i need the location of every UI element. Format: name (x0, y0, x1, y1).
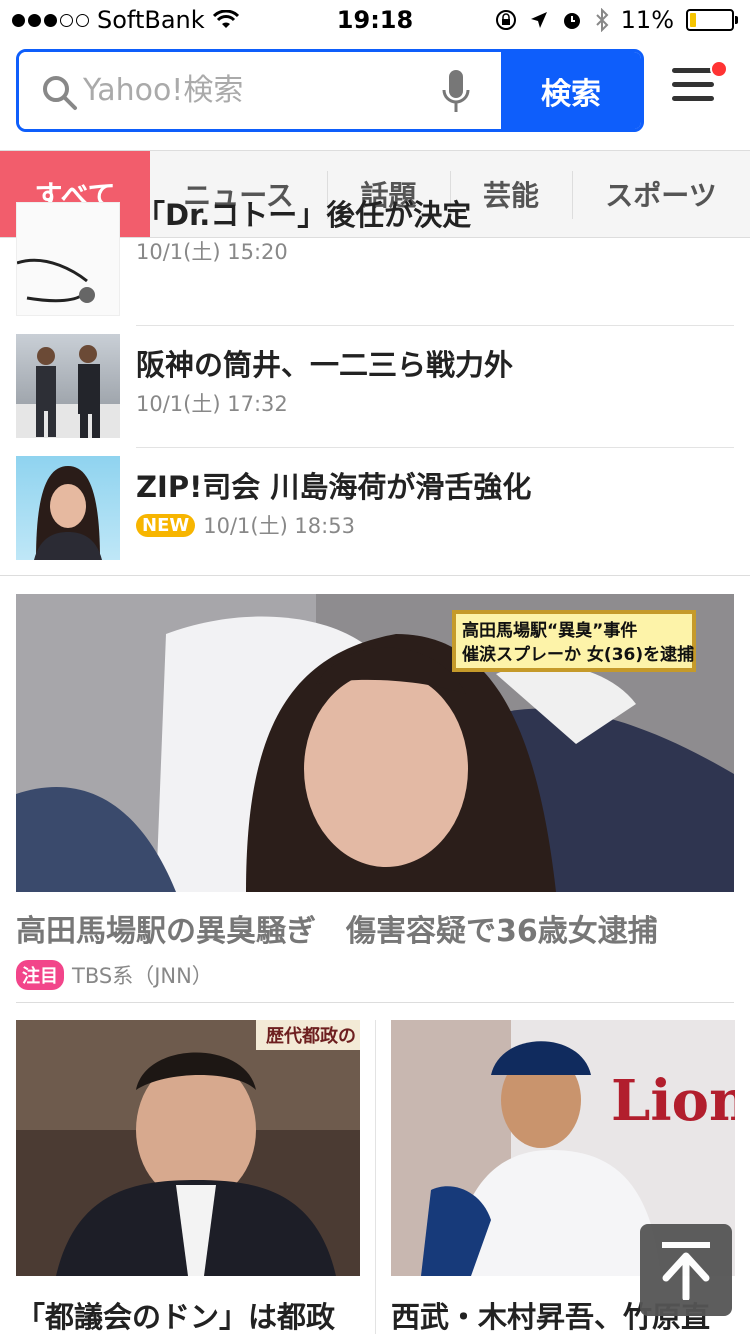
list-item[interactable]: 阪神の筒井、一二三ら戦力外 10/1(土) 17:32 (0, 326, 750, 448)
baseball-players-thumbnail (16, 334, 120, 438)
news-date: 10/1(土) 15:20 (136, 240, 288, 264)
commentator-image: 歴代都政の (16, 1020, 360, 1276)
announcer-thumbnail (16, 456, 120, 560)
search-icon (43, 76, 77, 110)
section-divider (16, 1002, 734, 1003)
status-bar: SoftBank 19:18 11% (0, 0, 750, 40)
feature-image[interactable]: 高田馬場駅“異臭”事件 催涙スプレーか 女(36)を逮捕 (16, 594, 734, 892)
news-title: ZIP!司会 川島海荷が滑舌強化 (136, 470, 532, 504)
new-badge: NEW (136, 513, 196, 537)
news-title: 阪神の筒井、一二三ら戦力外 (136, 348, 514, 382)
menu-button[interactable] (672, 60, 728, 116)
location-icon (530, 12, 547, 28)
news-date: 10/1(土) 17:32 (136, 392, 288, 416)
feature-source: TBS系（JNN） (72, 964, 213, 988)
arrow-up-icon (662, 1242, 710, 1300)
notification-dot (710, 60, 728, 78)
search-box: 検索 (16, 49, 644, 132)
news-title: 「Dr.コトー」後任が決定 (136, 198, 472, 232)
back-to-top-button[interactable] (640, 1224, 732, 1316)
feature-title[interactable]: 高田馬場駅の異臭騒ぎ 傷害容疑で36歳女逮捕 (16, 906, 658, 950)
alarm-icon (563, 13, 580, 29)
stethoscope-thumbnail (16, 202, 120, 316)
status-right: 11% (495, 6, 738, 34)
attention-badge: 注目 (16, 960, 64, 990)
battery-icon (686, 9, 738, 31)
search-field (19, 52, 501, 129)
news-card[interactable]: 歴代都政の 「都議会のドン」は都政 (16, 1020, 360, 1336)
list-item[interactable]: 「Dr.コトー」後任が決定 10/1(土) 15:20 (0, 198, 750, 326)
microphone-icon[interactable] (441, 70, 471, 114)
search-header: 検索 (0, 40, 750, 150)
news-date: 10/1(土) 18:53 (203, 514, 355, 538)
rotation-lock-icon (495, 10, 516, 30)
card-image-text: Lions (611, 1068, 735, 1134)
battery-percent: 11% (620, 6, 674, 34)
list-item[interactable]: ZIP!司会 川島海荷が滑舌強化 NEW 10/1(土) 18:53 (0, 448, 750, 576)
bluetooth-icon (595, 8, 609, 32)
feature-caption-line1: 高田馬場駅“異臭”事件 (462, 620, 637, 641)
feature-meta: 注目 TBS系（JNN） (16, 960, 213, 990)
card-image-text: 歴代都政の (266, 1025, 356, 1047)
news-meta: NEW 10/1(土) 18:53 (136, 510, 355, 540)
search-button[interactable]: 検索 (501, 52, 641, 129)
card-title: 「都議会のドン」は都政 (16, 1300, 336, 1334)
feature-caption-line2: 催涙スプレーか 女(36)を逮捕 (462, 644, 694, 665)
search-input[interactable] (83, 73, 413, 108)
card-separator (375, 1020, 376, 1334)
